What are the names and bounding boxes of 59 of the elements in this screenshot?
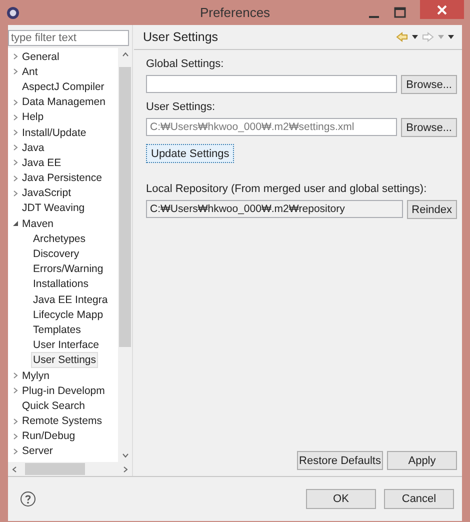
menu-icon[interactable] — [448, 35, 454, 39]
window-title: Preferences — [200, 5, 270, 20]
filter-field[interactable]: type filter text — [8, 30, 129, 46]
tree-item[interactable]: Discovery — [8, 246, 118, 262]
tree-item[interactable]: User Interface — [8, 338, 118, 353]
global-settings-field[interactable] — [146, 75, 398, 93]
browse-button[interactable]: Browse... — [401, 75, 457, 94]
field-label: Global Settings: — [146, 58, 225, 71]
tree-item[interactable]: Maven — [8, 216, 118, 232]
tree-item[interactable]: Errors/Warning — [8, 262, 118, 277]
local-repository-field[interactable]: C:₩Users₩hkwoo_000₩.m2₩repository — [146, 200, 403, 218]
browse-button[interactable]: Browse... — [401, 118, 457, 137]
back-arrow-icon[interactable] — [396, 32, 408, 42]
tree-item[interactable]: JDT Weaving — [8, 200, 118, 216]
maximize-icon[interactable] — [394, 6, 406, 18]
tree-item[interactable]: Help — [8, 110, 118, 125]
tree-item[interactable]: Plug-in Developm — [8, 383, 118, 398]
tree-item[interactable]: Archetypes — [8, 231, 118, 246]
apply-button[interactable]: Apply — [387, 451, 457, 470]
user-settings-field[interactable]: C:₩Users₩hkwoo_000₩.m2₩settings.xml — [146, 118, 398, 136]
collapse-icon[interactable] — [13, 220, 18, 228]
app-icon — [6, 6, 20, 20]
field-label: Local Repository (From merged user and global settings): — [146, 183, 428, 196]
scroll-up-icon[interactable] — [122, 52, 128, 57]
tree-item[interactable]: General — [8, 49, 118, 64]
tree-item[interactable]: Java — [8, 140, 118, 156]
cancel-button[interactable]: Cancel — [384, 489, 454, 509]
close-button[interactable] — [420, 0, 464, 19]
tree-item[interactable]: Installations — [8, 276, 118, 292]
help-icon[interactable] — [20, 491, 36, 507]
scroll-left-icon[interactable] — [12, 466, 17, 472]
horizontal-scrollbar[interactable] — [8, 462, 132, 476]
tree-item[interactable]: Remote Systems — [8, 414, 118, 429]
restore-defaults-button[interactable]: Restore Defaults — [297, 451, 383, 470]
update-settings-button[interactable]: Update Settings — [146, 144, 234, 163]
ok-button[interactable]: OK — [306, 489, 376, 509]
forward-arrow-icon[interactable] — [422, 32, 434, 42]
tree-item[interactable]: Lifecycle Mapp — [8, 307, 118, 322]
reindex-button[interactable]: Reindex — [406, 200, 457, 219]
tree-item[interactable]: Run/Debug — [8, 428, 118, 444]
tree-item[interactable]: Java EE Integra — [8, 292, 118, 308]
close-icon[interactable] — [437, 4, 447, 14]
tree-item[interactable]: Install/Update — [8, 124, 118, 140]
dropdown-icon[interactable] — [412, 35, 418, 39]
tree-item[interactable]: AspectJ Compiler — [8, 79, 118, 95]
tree-item[interactable]: Mylyn — [8, 368, 118, 384]
tree-item[interactable]: Ant — [8, 64, 118, 80]
tree-item[interactable]: Java Persistence — [8, 170, 118, 186]
tree-item[interactable]: Templates — [8, 322, 118, 338]
field-label: User Settings: — [146, 101, 216, 114]
vertical-scrollbar[interactable] — [118, 48, 132, 462]
tree-item[interactable]: Data Managemen — [8, 94, 118, 110]
tree-item[interactable]: Quick Search — [8, 398, 118, 414]
tree-item[interactable]: Java EE — [8, 155, 118, 170]
scroll-right-icon[interactable] — [123, 466, 128, 472]
page-title: User Settings — [143, 30, 218, 44]
scroll-down-icon[interactable] — [122, 453, 128, 458]
tree-item[interactable]: Server — [8, 444, 118, 460]
tree-item[interactable]: JavaScript — [8, 186, 118, 201]
